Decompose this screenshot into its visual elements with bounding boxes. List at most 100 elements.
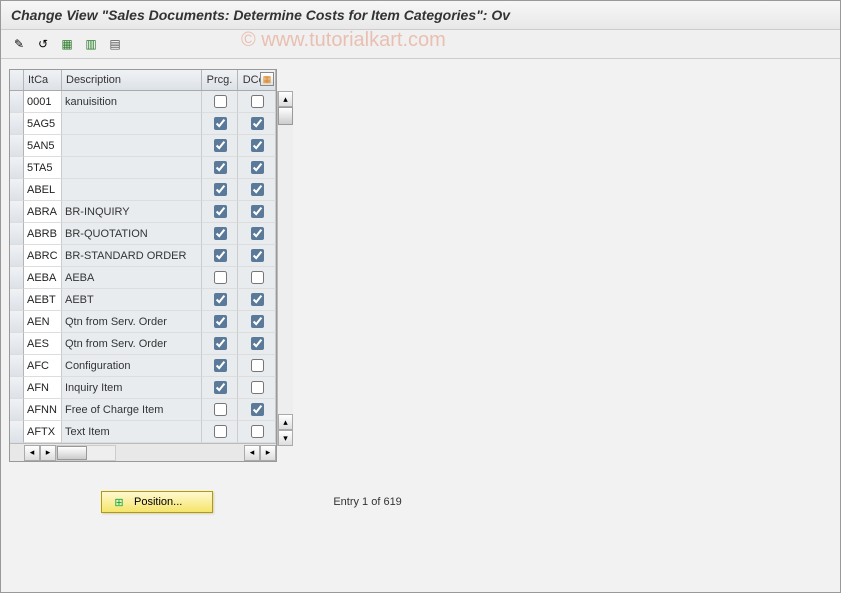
row-selector[interactable] xyxy=(10,157,24,179)
table-row[interactable]: ABRB BR-QUOTATION xyxy=(10,223,276,245)
cell-itca[interactable]: 0001 xyxy=(24,91,62,113)
table-row[interactable]: AFTX Text Item xyxy=(10,421,276,443)
table-row[interactable]: 5AN5 xyxy=(10,135,276,157)
row-selector[interactable] xyxy=(10,377,24,399)
cell-dcos[interactable] xyxy=(238,333,276,355)
prcg-checkbox[interactable] xyxy=(214,205,227,218)
prcg-checkbox[interactable] xyxy=(214,183,227,196)
dcos-checkbox[interactable] xyxy=(251,425,264,438)
dcos-checkbox[interactable] xyxy=(251,249,264,262)
cell-prcg[interactable] xyxy=(202,179,238,201)
table-row[interactable]: AEBA AEBA xyxy=(10,267,276,289)
table-row[interactable]: AFNN Free of Charge Item xyxy=(10,399,276,421)
cell-prcg[interactable] xyxy=(202,355,238,377)
undo-icon[interactable]: ↺ xyxy=(33,34,53,54)
cell-itca[interactable]: AFNN xyxy=(24,399,62,421)
cell-dcos[interactable] xyxy=(238,421,276,443)
cell-dcos[interactable] xyxy=(238,135,276,157)
column-header-prcg[interactable]: Prcg. xyxy=(202,70,238,90)
hscroll-track[interactable] xyxy=(56,445,116,461)
cell-itca[interactable]: AES xyxy=(24,333,62,355)
row-selector[interactable] xyxy=(10,201,24,223)
vertical-scrollbar[interactable]: ▴ ▴ ▾ xyxy=(277,91,293,446)
cell-itca[interactable]: ABRA xyxy=(24,201,62,223)
cell-prcg[interactable] xyxy=(202,245,238,267)
cell-description[interactable]: AEBT xyxy=(62,289,202,311)
cell-prcg[interactable] xyxy=(202,399,238,421)
cell-prcg[interactable] xyxy=(202,289,238,311)
prcg-checkbox[interactable] xyxy=(214,95,227,108)
prcg-checkbox[interactable] xyxy=(214,359,227,372)
cell-description[interactable]: AEBA xyxy=(62,267,202,289)
save-icon[interactable]: ▦ xyxy=(57,34,77,54)
prcg-checkbox[interactable] xyxy=(214,271,227,284)
cell-dcos[interactable] xyxy=(238,245,276,267)
cell-description[interactable]: Text Item xyxy=(62,421,202,443)
row-selector[interactable] xyxy=(10,91,24,113)
prcg-checkbox[interactable] xyxy=(214,293,227,306)
cell-itca[interactable]: 5AG5 xyxy=(24,113,62,135)
cell-itca[interactable]: AEBA xyxy=(24,267,62,289)
prcg-checkbox[interactable] xyxy=(214,249,227,262)
cell-prcg[interactable] xyxy=(202,135,238,157)
row-selector[interactable] xyxy=(10,333,24,355)
dcos-checkbox[interactable] xyxy=(251,293,264,306)
dcos-checkbox[interactable] xyxy=(251,205,264,218)
select-all-icon[interactable]: ▤ xyxy=(105,34,125,54)
row-selector[interactable] xyxy=(10,135,24,157)
cell-prcg[interactable] xyxy=(202,201,238,223)
prcg-checkbox[interactable] xyxy=(214,161,227,174)
table-row[interactable]: AFN Inquiry Item xyxy=(10,377,276,399)
dcos-checkbox[interactable] xyxy=(251,227,264,240)
dcos-checkbox[interactable] xyxy=(251,161,264,174)
row-selector[interactable] xyxy=(10,355,24,377)
column-header-description[interactable]: Description xyxy=(62,70,202,90)
hscroll-left-icon[interactable]: ◂ xyxy=(24,445,40,461)
row-selector[interactable] xyxy=(10,289,24,311)
cell-itca[interactable]: ABRB xyxy=(24,223,62,245)
row-selector[interactable] xyxy=(10,245,24,267)
cell-description[interactable]: Qtn from Serv. Order xyxy=(62,333,202,355)
cell-itca[interactable]: ABRC xyxy=(24,245,62,267)
dcos-checkbox[interactable] xyxy=(251,359,264,372)
table-row[interactable]: AEN Qtn from Serv. Order xyxy=(10,311,276,333)
dcos-checkbox[interactable] xyxy=(251,183,264,196)
cell-prcg[interactable] xyxy=(202,377,238,399)
row-selector[interactable] xyxy=(10,421,24,443)
cell-description[interactable]: Qtn from Serv. Order xyxy=(62,311,202,333)
table-row[interactable]: AES Qtn from Serv. Order xyxy=(10,333,276,355)
prcg-checkbox[interactable] xyxy=(214,139,227,152)
row-selector[interactable] xyxy=(10,113,24,135)
prcg-checkbox[interactable] xyxy=(214,403,227,416)
row-selector[interactable] xyxy=(10,179,24,201)
column-selector[interactable] xyxy=(10,70,24,90)
dcos-checkbox[interactable] xyxy=(251,381,264,394)
toggle-display-change-icon[interactable]: ✎ xyxy=(9,34,29,54)
vscroll-up-icon[interactable]: ▴ xyxy=(278,91,293,107)
table-row[interactable]: 5TA5 xyxy=(10,157,276,179)
vscroll-up2-icon[interactable]: ▴ xyxy=(278,414,293,430)
row-selector[interactable] xyxy=(10,311,24,333)
cell-description[interactable]: BR-STANDARD ORDER xyxy=(62,245,202,267)
cell-prcg[interactable] xyxy=(202,267,238,289)
table-row[interactable]: 0001 kanuisition xyxy=(10,91,276,113)
dcos-checkbox[interactable] xyxy=(251,337,264,350)
prcg-checkbox[interactable] xyxy=(214,117,227,130)
cell-prcg[interactable] xyxy=(202,113,238,135)
cell-description[interactable]: Inquiry Item xyxy=(62,377,202,399)
cell-dcos[interactable] xyxy=(238,377,276,399)
row-selector[interactable] xyxy=(10,223,24,245)
vscroll-thumb[interactable] xyxy=(278,107,293,125)
hscroll-right2-icon[interactable]: ▸ xyxy=(260,445,276,461)
vscroll-track[interactable] xyxy=(278,107,293,414)
cell-itca[interactable]: 5TA5 xyxy=(24,157,62,179)
table-row[interactable]: ABEL xyxy=(10,179,276,201)
table-row[interactable]: AFC Configuration xyxy=(10,355,276,377)
cell-dcos[interactable] xyxy=(238,157,276,179)
cell-itca[interactable]: AFN xyxy=(24,377,62,399)
dcos-checkbox[interactable] xyxy=(251,117,264,130)
cell-dcos[interactable] xyxy=(238,179,276,201)
cell-itca[interactable]: AEBT xyxy=(24,289,62,311)
cell-dcos[interactable] xyxy=(238,113,276,135)
column-header-itca[interactable]: ItCa xyxy=(24,70,62,90)
